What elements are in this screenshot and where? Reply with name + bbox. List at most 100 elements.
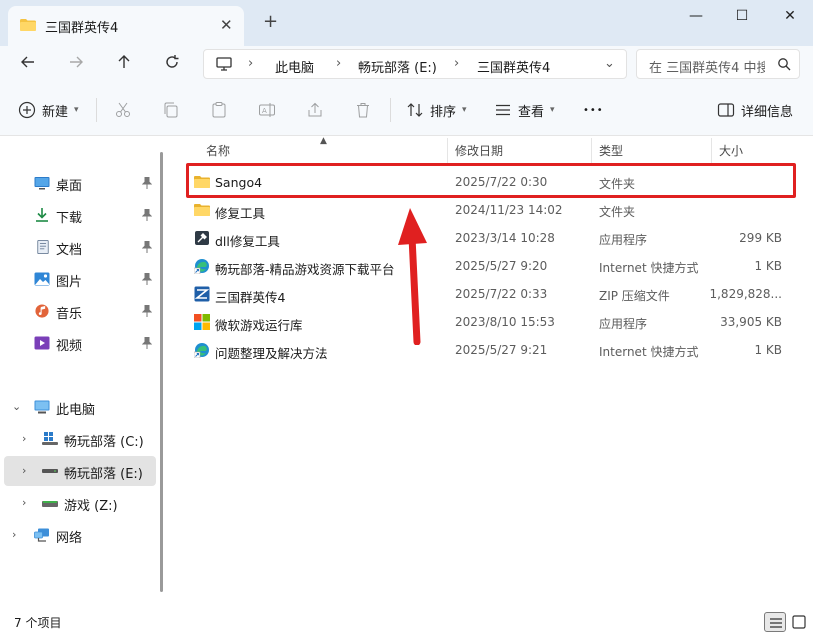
paste-icon <box>212 102 226 118</box>
sidebar-item-drive-e[interactable]: › 畅玩部落 (E:) <box>4 456 156 486</box>
sidebar-item-documents[interactable]: 文档 <box>4 232 156 262</box>
sidebar-item-drive-z[interactable]: › 游戏 (Z:) <box>4 488 156 518</box>
new-tab-button[interactable]: + <box>263 12 278 32</box>
column-header-name[interactable]: 名称 <box>206 142 230 159</box>
network-drive-icon <box>42 501 58 507</box>
arrow-right-icon <box>70 56 83 68</box>
column-divider[interactable] <box>447 138 448 164</box>
forward-button[interactable] <box>65 54 87 74</box>
up-button[interactable] <box>113 54 135 74</box>
chevron-down-icon[interactable]: ⌄ <box>12 400 21 413</box>
pin-icon[interactable] <box>142 273 152 285</box>
column-header-type[interactable]: 类型 <box>599 142 623 159</box>
video-icon <box>34 336 50 350</box>
pin-icon[interactable] <box>142 209 152 221</box>
edge-shortcut-icon <box>194 343 209 358</box>
column-divider[interactable] <box>591 138 592 164</box>
sidebar-item-this-pc[interactable]: ⌄ 此电脑 <box>4 392 156 422</box>
pin-icon[interactable] <box>142 241 152 253</box>
file-date: 2023/8/10 15:53 <box>455 315 555 329</box>
tiles-view-button[interactable] <box>788 612 810 632</box>
cut-button[interactable] <box>114 98 138 122</box>
maximize-button[interactable]: ☐ <box>722 4 762 28</box>
sidebar-item-drive-c[interactable]: › 畅玩部落 (C:) <box>4 424 156 454</box>
column-header-size[interactable]: 大小 <box>719 142 743 159</box>
sidebar-item-label: 文档 <box>56 243 83 258</box>
address-bar[interactable]: › 此电脑 › 畅玩部落 (E:) › 三国群英传4 ⌄ <box>203 49 627 79</box>
svg-text:A: A <box>262 107 267 115</box>
breadcrumb-current-folder[interactable]: 三国群英传4 <box>477 57 550 76</box>
address-row: › 此电脑 › 畅玩部落 (E:) › 三国群英传4 ⌄ 在 三国群英传4 中搜… <box>0 46 813 84</box>
file-name: 微软游戏运行库 <box>215 318 303 333</box>
computer-icon <box>216 57 232 71</box>
navigation-scrollbar[interactable] <box>160 152 163 592</box>
share-button[interactable] <box>306 98 330 122</box>
file-row[interactable]: 三国群英传4 2025/7/22 0:33 ZIP 压缩文件 1,829,828… <box>186 280 796 308</box>
file-type: Internet 快捷方式 <box>599 261 699 275</box>
sidebar-item-label: 畅玩部落 (E:) <box>64 467 143 482</box>
sidebar-item-music[interactable]: 音乐 <box>4 296 156 326</box>
sidebar-item-label: 畅玩部落 (C:) <box>64 435 144 450</box>
arrow-up-icon <box>118 55 130 68</box>
breadcrumb-this-pc[interactable]: 此电脑 <box>275 57 314 76</box>
rename-button[interactable]: A <box>258 98 282 122</box>
sidebar-item-videos[interactable]: 视频 <box>4 328 156 358</box>
file-name: 畅玩部落-精品游戏资源下载平台 <box>215 262 395 277</box>
view-button[interactable]: 查看 ▾ <box>494 98 555 122</box>
minimize-button[interactable]: — <box>676 4 716 28</box>
details-pane-button[interactable]: 详细信息 <box>717 98 793 122</box>
new-button[interactable]: 新建 ▾ <box>18 98 79 122</box>
column-divider[interactable] <box>711 138 712 164</box>
column-header-date[interactable]: 修改日期 <box>455 142 503 159</box>
file-row[interactable]: 问题整理及解决方法 2025/5/27 9:21 Internet 快捷方式 1… <box>186 336 796 364</box>
chevron-right-icon[interactable]: › <box>22 464 26 477</box>
chevron-right-icon[interactable]: › <box>12 528 16 541</box>
sidebar-item-label: 网络 <box>56 531 83 546</box>
search-input[interactable]: 在 三国群英传4 中搜索 <box>649 57 765 76</box>
pin-icon[interactable] <box>142 337 152 349</box>
pin-icon[interactable] <box>142 177 152 189</box>
back-button[interactable] <box>17 54 39 74</box>
breadcrumb-drive-e[interactable]: 畅玩部落 (E:) <box>358 57 437 76</box>
sidebar-item-label: 游戏 (Z:) <box>64 499 118 514</box>
file-row[interactable]: 微软游戏运行库 2023/8/10 15:53 应用程序 33,905 KB <box>186 308 796 336</box>
tab-close-icon[interactable]: ✕ <box>220 16 233 34</box>
zip-icon <box>194 286 210 302</box>
sidebar-item-desktop[interactable]: 桌面 <box>4 168 156 198</box>
paste-button[interactable] <box>210 98 234 122</box>
sidebar-item-downloads[interactable]: 下载 <box>4 200 156 230</box>
sidebar-item-label: 图片 <box>56 275 83 290</box>
pin-icon[interactable] <box>142 305 152 317</box>
file-row[interactable]: dll修复工具 2023/3/14 10:28 应用程序 299 KB <box>186 224 796 252</box>
file-size: 1 KB <box>754 259 782 273</box>
chevron-right-icon: › <box>454 56 460 71</box>
delete-button[interactable] <box>354 98 378 122</box>
file-row[interactable]: 畅玩部落-精品游戏资源下载平台 2025/5/27 9:20 Internet … <box>186 252 796 280</box>
close-button[interactable]: ✕ <box>770 4 810 28</box>
more-options-button[interactable]: ••• <box>583 98 604 122</box>
item-count: 7 个项目 <box>14 616 62 630</box>
search-box[interactable]: 在 三国群英传4 中搜索 <box>636 49 800 79</box>
chevron-right-icon[interactable]: › <box>22 432 26 445</box>
file-row[interactable]: 修复工具 2024/11/23 14:02 文件夹 <box>186 196 796 224</box>
copy-button[interactable] <box>162 98 186 122</box>
sidebar-item-network[interactable]: › 网络 <box>4 520 156 550</box>
chevron-down-icon: ▾ <box>74 105 79 115</box>
edge-shortcut-icon <box>194 259 209 274</box>
chevron-right-icon[interactable]: › <box>22 496 26 509</box>
refresh-icon <box>166 55 179 68</box>
file-date: 2025/7/22 0:33 <box>455 287 548 301</box>
sort-label: 排序 <box>430 104 457 120</box>
arrow-left-icon <box>21 56 34 68</box>
file-type: 应用程序 <box>599 317 648 331</box>
details-view-button[interactable] <box>764 612 786 632</box>
trash-icon <box>357 103 369 118</box>
chevron-down-icon[interactable]: ⌄ <box>604 56 615 71</box>
sort-button[interactable]: 排序 ▾ <box>406 98 467 122</box>
tab-current-folder[interactable]: 三国群英传4 ✕ <box>8 6 244 46</box>
search-icon[interactable] <box>777 57 791 71</box>
toolbar-divider <box>96 98 97 122</box>
document-icon <box>37 240 49 254</box>
sidebar-item-pictures[interactable]: 图片 <box>4 264 156 294</box>
refresh-button[interactable] <box>161 54 183 74</box>
